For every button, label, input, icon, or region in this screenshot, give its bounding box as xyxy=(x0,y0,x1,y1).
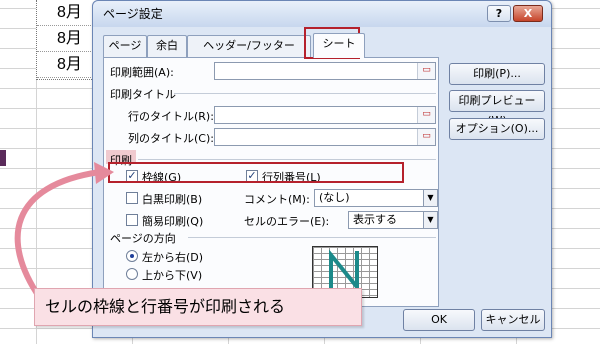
annotation-callout: セルの枠線と行番号が印刷される xyxy=(34,288,362,326)
tab-sheet[interactable]: シート xyxy=(313,33,365,58)
callout-text: セルの枠線と行番号が印刷される xyxy=(45,297,286,316)
